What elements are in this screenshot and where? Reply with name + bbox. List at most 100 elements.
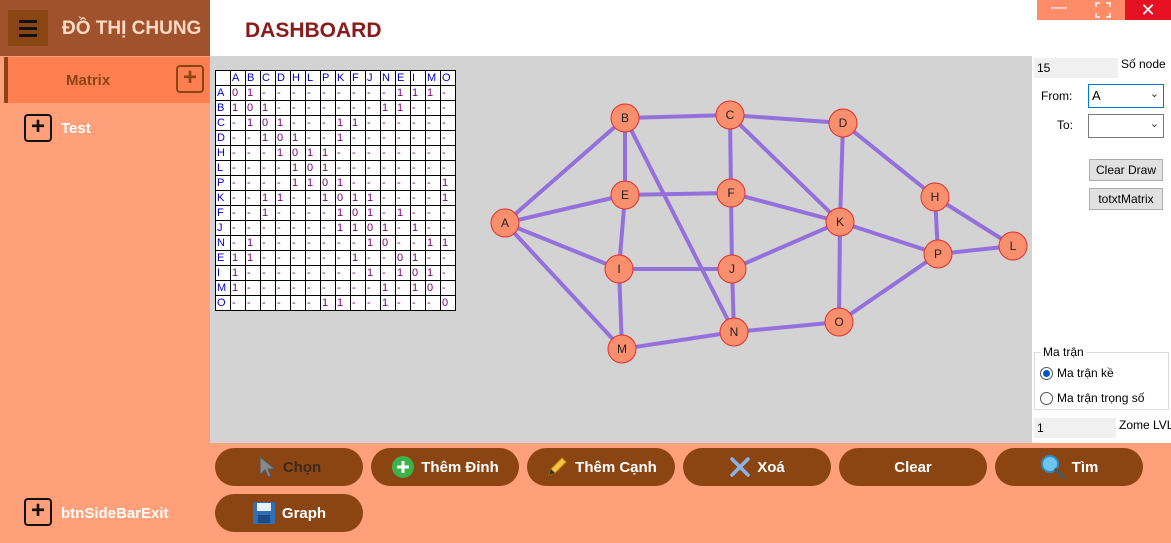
matrix-column-header: K [335,70,351,86]
graph-edge-M-N[interactable] [621,330,735,351]
graph-edge-B-N[interactable] [623,117,736,333]
delete-button[interactable]: Xoá [683,448,831,486]
matrix-cell: 1 [230,250,246,266]
matrix-row-header: B [215,100,231,116]
matrix-cell: - [365,130,381,146]
select-button[interactable]: Chọn [215,448,363,486]
matrix-cell: - [245,295,261,311]
matrix-cell: - [350,280,366,296]
matrix-cell: - [335,280,351,296]
magnifier-icon [1040,455,1065,479]
matrix-cell: - [335,160,351,176]
matrix-cell: - [425,205,441,221]
matrix-cell: 1 [395,85,411,101]
to-select[interactable]: ⌄ [1088,114,1164,138]
radio-adjacency[interactable] [1040,367,1053,380]
hamburger-menu-icon[interactable] [8,10,48,46]
graph-edge-N-O[interactable] [733,320,840,334]
matrix-cell: - [275,205,291,221]
from-select[interactable]: A ⌄ [1088,84,1164,108]
add-edge-button[interactable]: Thêm Cạnh [527,448,675,486]
matrix-cell: - [260,295,276,311]
clear-button[interactable]: Clear [839,448,987,486]
graph-edge-D-H[interactable] [841,121,937,199]
matrix-column-header: J [365,70,381,86]
radio-adjacency-label[interactable]: Ma trận kề [1057,366,1114,380]
graph-button[interactable]: Graph [215,494,363,532]
plus-icon[interactable]: + [176,65,204,93]
close-icon[interactable]: ✕ [1125,0,1171,20]
matrix-cell: - [290,220,306,236]
matrix-cell: - [440,280,456,296]
matrix-cell: - [335,265,351,281]
add-vertex-button[interactable]: Thêm Đỉnh [371,448,519,486]
sidebar-item-matrix[interactable]: Matrix + [4,57,210,103]
matrix-column-header: H [290,70,306,86]
group-title: Ma trận [1041,345,1086,359]
matrix-cell: - [305,100,321,116]
radio-weight[interactable] [1040,392,1053,405]
matrix-cell: 1 [380,100,396,116]
matrix-cell: 1 [305,175,321,191]
matrix-cell: 1 [350,250,366,266]
matrix-column-header: B [245,70,261,86]
matrix-cell: - [350,295,366,311]
graph-edge-A-M[interactable] [503,221,624,351]
matrix-cell: 0 [245,100,261,116]
matrix-cell: - [275,175,291,191]
maximize-icon[interactable] [1081,0,1125,20]
matrix-cell: 0 [395,250,411,266]
graph-canvas[interactable]: ABCDEFHIJKLMNOP ABCDHLPKFJNEIMOA01------… [210,56,1032,443]
app-title: ĐỒ THỊ CHUNG [62,18,202,39]
floppy-disk-icon [252,502,275,524]
matrix-cell: - [335,145,351,161]
matrix-column-header: O [440,70,456,86]
graph-edge-J-K[interactable] [731,220,841,271]
graph-edge-C-D[interactable] [729,113,844,125]
matrix-row: I1--------1-101- [215,265,456,281]
zoom-level-field[interactable]: 1 [1034,418,1116,438]
matrix-cell: - [425,100,441,116]
graph-edge-P-O[interactable] [837,252,940,324]
find-button[interactable]: Tìm [995,448,1143,486]
plus-icon[interactable]: + [24,498,52,526]
matrix-cell: - [410,175,426,191]
matrix-cell: - [380,130,396,146]
graph-edge-D-K[interactable] [838,122,845,223]
matrix-cell: - [380,250,396,266]
matrix-cell: - [425,250,441,266]
matrix-cell: 0 [350,205,366,221]
graph-edge-E-F[interactable] [624,191,732,197]
matrix-cell: 1 [395,205,411,221]
matrix-header-row: ABCDHLPKFJNEIMO [215,70,456,86]
clear-label: Clear [894,458,932,476]
matrix-cell: - [290,280,306,296]
matrix-column-header: I [410,70,426,86]
graph-edge-A-I[interactable] [504,221,620,271]
page-title: DASHBOARD [245,19,382,42]
matrix-cell: - [305,130,321,146]
matrix-cell: - [410,130,426,146]
minimize-icon[interactable]: — [1037,0,1081,20]
matrix-cell: 1 [380,280,396,296]
radio-weight-label[interactable]: Ma trận trọng số [1057,391,1144,405]
matrix-cell: - [245,160,261,176]
matrix-cell: - [260,280,276,296]
matrix-cell: - [305,205,321,221]
matrix-cell: 1 [365,205,381,221]
clear-draw-button[interactable]: Clear Draw [1089,159,1163,181]
matrix-cell: - [395,160,411,176]
matrix-cell: 1 [350,115,366,131]
sidebar-exit-button[interactable]: btnSideBarExit [61,505,169,522]
matrix-cell: - [245,220,261,236]
matrix-cell: - [335,85,351,101]
graph-edge-K-O[interactable] [837,221,842,323]
sidebar-item-test[interactable]: Test [61,120,91,137]
graph-edge-K-P[interactable] [839,220,939,256]
adjacency-matrix-table: ABCDHLPKFJNEIMOA01---------111-B101-----… [215,70,456,311]
graph-edge-B-C[interactable] [624,113,731,120]
plus-icon[interactable]: + [24,114,52,142]
matrix-cell: - [335,235,351,251]
totxt-matrix-button[interactable]: totxtMatrix [1089,188,1163,210]
matrix-cell: - [260,250,276,266]
